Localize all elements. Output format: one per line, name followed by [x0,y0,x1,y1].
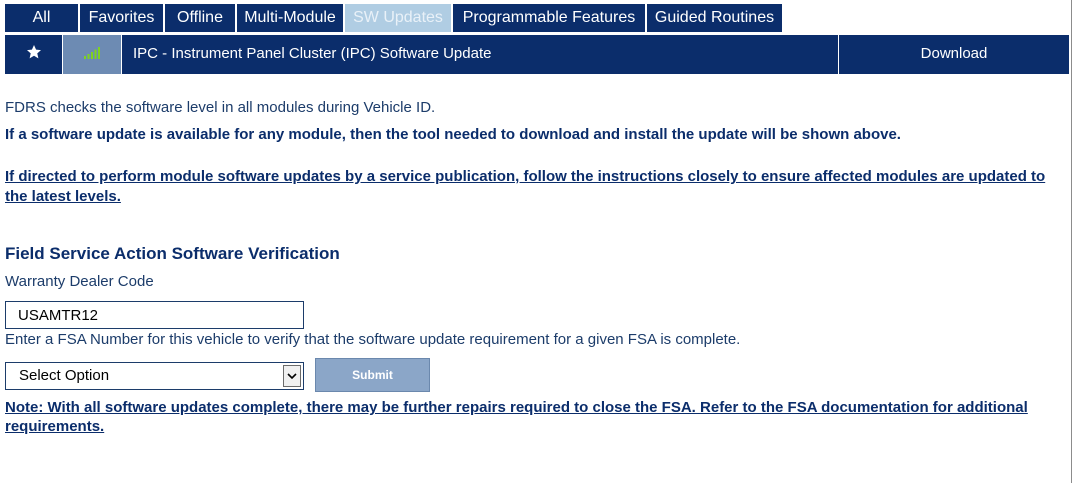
tab-offline[interactable]: Offline [165,4,235,32]
update-availability-note: If a software update is available for an… [5,126,901,143]
intro-text: FDRS checks the software level in all mo… [5,99,436,116]
dealer-code-label: Warranty Dealer Code [5,273,154,290]
module-update-name: IPC - Instrument Panel Cluster (IPC) Sof… [133,45,492,62]
tab-programmable-features[interactable]: Programmable Features [453,4,645,32]
connection-status-cell [63,35,121,74]
chevron-down-icon[interactable] [283,365,301,387]
service-publication-link[interactable]: If directed to perform module software u… [5,167,1055,207]
star-icon [26,44,42,65]
dealer-code-input[interactable] [5,301,304,329]
tab-guided-routines[interactable]: Guided Routines [647,4,782,32]
favorite-toggle[interactable] [5,35,62,74]
tab-bar: All Favorites Offline Multi-Module SW Up… [5,4,784,32]
fsa-number-select[interactable]: Select Option [5,362,304,390]
tab-sw-updates[interactable]: SW Updates [345,4,451,32]
download-button[interactable]: Download [839,35,1069,74]
tab-multi-module[interactable]: Multi-Module [237,4,343,32]
fsa-instruction-text: Enter a FSA Number for this vehicle to v… [5,331,741,348]
tab-favorites[interactable]: Favorites [80,4,163,32]
fsa-documentation-note[interactable]: Note: With all software updates complete… [5,398,1055,436]
fsa-section-title: Field Service Action Software Verificati… [5,244,340,263]
signal-bars-icon [84,46,100,64]
software-update-row: IPC - Instrument Panel Cluster (IPC) Sof… [5,35,1069,74]
submit-button[interactable]: Submit [315,358,430,392]
tab-all[interactable]: All [5,4,78,32]
right-edge-divider [1071,0,1072,483]
fsa-select-value: Select Option [19,367,110,384]
